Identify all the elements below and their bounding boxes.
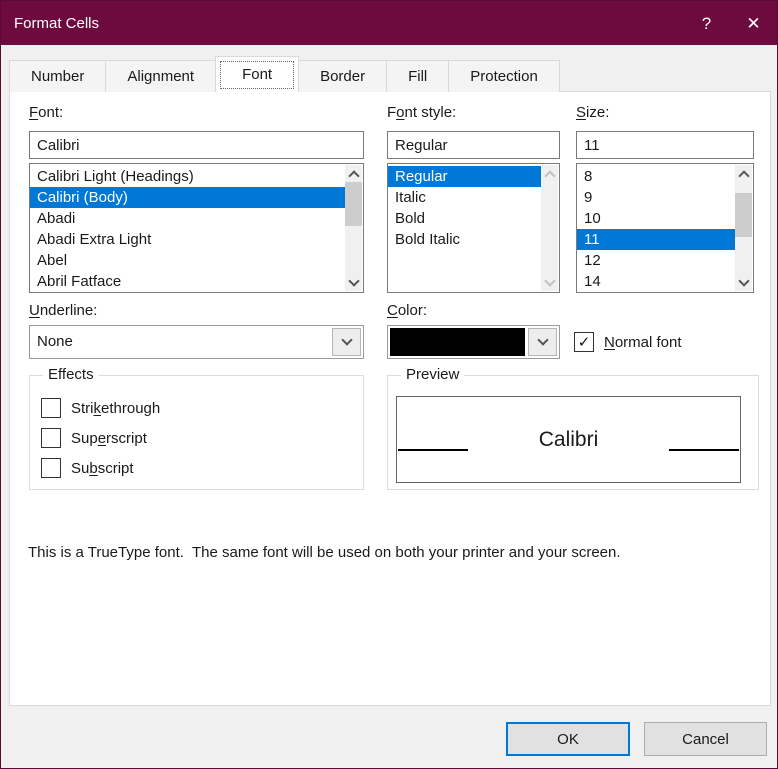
- underline-value: None: [37, 333, 73, 350]
- size-list-item[interactable]: 8: [577, 166, 736, 187]
- font-style-input[interactable]: [387, 131, 560, 159]
- font-list-scrollbar[interactable]: [345, 165, 362, 291]
- scroll-up-button[interactable]: [735, 165, 752, 182]
- scroll-down-button[interactable]: [735, 274, 752, 291]
- font-style-label: Font style:: [387, 104, 457, 121]
- close-icon: ✕: [746, 13, 761, 33]
- tab-protection[interactable]: Protection: [448, 60, 560, 92]
- scroll-down-button: [541, 274, 558, 291]
- titlebar-controls: ? ✕: [683, 1, 777, 45]
- scrollbar-thumb[interactable]: [345, 182, 362, 226]
- size-list-item[interactable]: 12: [577, 250, 736, 271]
- normal-font-label: Normal font: [604, 333, 682, 351]
- font-list-item[interactable]: Abril Fatface: [30, 271, 346, 292]
- effects-group: Effects Strikethrough Superscript Subscr…: [29, 366, 364, 490]
- size-label: Size:: [576, 104, 610, 121]
- size-list-scrollbar[interactable]: [735, 165, 752, 291]
- color-dropdown-button[interactable]: [528, 328, 557, 356]
- font-style-list: Regular Italic Bold Bold Italic: [387, 163, 560, 293]
- effects-legend: Effects: [43, 366, 99, 383]
- chevron-down-icon: [543, 274, 556, 287]
- tab-alignment-label: Alignment: [127, 68, 195, 85]
- title-bar: Format Cells ? ✕: [1, 1, 777, 45]
- preview-sample-text: Calibri: [538, 427, 599, 451]
- size-list: 8 9 10 11 12 14: [576, 163, 754, 293]
- font-list-item[interactable]: Calibri Light (Headings): [30, 166, 346, 187]
- tab-number[interactable]: Number: [9, 60, 107, 92]
- font-list-item-selected[interactable]: Calibri (Body): [30, 187, 346, 208]
- chevron-up-icon: [347, 169, 360, 182]
- chevron-down-icon: [347, 274, 360, 287]
- size-input[interactable]: [576, 131, 754, 159]
- tab-border[interactable]: Border: [298, 60, 388, 92]
- preview-legend: Preview: [401, 366, 465, 383]
- scroll-up-button[interactable]: [345, 165, 362, 182]
- size-list-item[interactable]: 14: [577, 271, 736, 292]
- tab-font[interactable]: Font: [215, 56, 300, 92]
- tab-focus-rect: [220, 61, 295, 89]
- tab-alignment[interactable]: Alignment: [105, 60, 217, 92]
- tab-strip: Number Alignment Font Border Fill Protec…: [9, 56, 560, 92]
- font-style-item[interactable]: Bold: [388, 208, 542, 229]
- scroll-up-button: [541, 165, 558, 182]
- checkbox-box: [41, 398, 61, 418]
- size-list-item[interactable]: 10: [577, 208, 736, 229]
- cancel-button[interactable]: Cancel: [644, 722, 767, 756]
- font-style-item[interactable]: Italic: [388, 187, 542, 208]
- underline-dropdown-button[interactable]: [332, 328, 361, 356]
- tab-protection-label: Protection: [470, 68, 538, 85]
- close-button[interactable]: ✕: [730, 1, 777, 45]
- window-title: Format Cells: [14, 14, 100, 32]
- underline-dropdown[interactable]: None: [29, 325, 364, 359]
- truetype-note: This is a TrueType font. The same font w…: [28, 544, 621, 561]
- checkbox-box: ✓: [574, 332, 594, 352]
- underline-label: Underline:: [29, 302, 98, 319]
- font-style-item-selected[interactable]: Regular: [388, 166, 542, 187]
- font-list: Calibri Light (Headings) Calibri (Body) …: [29, 163, 364, 293]
- superscript-label: Superscript: [71, 429, 147, 447]
- normal-font-checkbox[interactable]: ✓ Normal font: [574, 332, 682, 352]
- subscript-label: Subscript: [71, 459, 134, 477]
- superscript-checkbox[interactable]: Superscript: [41, 428, 147, 448]
- checkbox-box: [41, 458, 61, 478]
- size-list-item-selected[interactable]: 11: [577, 229, 736, 250]
- font-style-item[interactable]: Bold Italic: [388, 229, 542, 250]
- font-list-item[interactable]: Abadi Extra Light: [30, 229, 346, 250]
- tab-fill-label: Fill: [408, 68, 428, 85]
- tab-border-label: Border: [320, 68, 366, 85]
- help-icon: ?: [701, 13, 712, 33]
- check-icon: ✓: [577, 333, 591, 351]
- color-label: Color:: [387, 302, 428, 319]
- chevron-down-icon: [737, 274, 750, 287]
- help-button[interactable]: ?: [683, 1, 730, 45]
- chevron-up-icon: [737, 169, 750, 182]
- subscript-checkbox[interactable]: Subscript: [41, 458, 134, 478]
- font-input[interactable]: [29, 131, 364, 159]
- preview-group: Preview Calibri: [387, 366, 759, 490]
- tab-number-label: Number: [31, 68, 85, 85]
- chevron-up-icon: [543, 169, 556, 182]
- ok-button[interactable]: OK: [506, 722, 630, 756]
- scrollbar-thumb[interactable]: [735, 193, 752, 237]
- format-cells-dialog: Format Cells ? ✕ Number Alignment Font B…: [0, 0, 778, 769]
- font-label: Font:: [29, 104, 64, 121]
- font-tab-page: Font: Font style: Size: Calibri Light (H…: [9, 91, 771, 706]
- color-dropdown[interactable]: [387, 325, 560, 359]
- strikethrough-checkbox[interactable]: Strikethrough: [41, 398, 160, 418]
- strikethrough-label: Strikethrough: [71, 399, 161, 417]
- chevron-down-icon: [340, 334, 353, 346]
- scroll-down-button[interactable]: [345, 274, 362, 291]
- baseline-line-left: [398, 449, 468, 451]
- checkbox-box: [41, 428, 61, 448]
- font-style-scrollbar: [541, 165, 558, 291]
- color-swatch: [390, 328, 525, 356]
- preview-well: Calibri: [396, 396, 741, 483]
- chevron-down-icon: [536, 334, 549, 346]
- baseline-line-right: [669, 449, 739, 451]
- size-list-item[interactable]: 9: [577, 187, 736, 208]
- font-list-item[interactable]: Abadi: [30, 208, 346, 229]
- tab-fill[interactable]: Fill: [386, 60, 450, 92]
- font-list-item[interactable]: Abel: [30, 250, 346, 271]
